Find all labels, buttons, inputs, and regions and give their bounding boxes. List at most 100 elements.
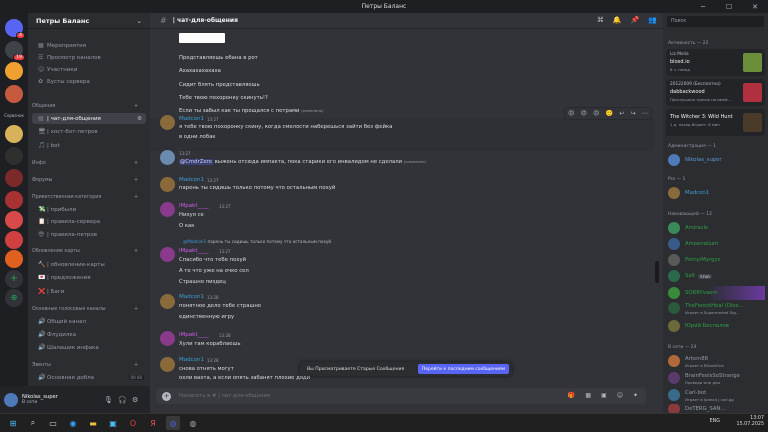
avatar[interactable] [160,331,175,346]
add-channel-icon[interactable]: + [134,195,138,200]
activity-card[interactable]: 20122009 (Бесплатно) dabbackwood Прослуш… [666,79,765,106]
message-composer[interactable]: + Написать в # | чат-для-общения 🎁 ▦ ▣ ☺… [156,388,646,404]
channel-bugs[interactable]: ❌ | Баги [28,286,150,297]
channel-rules[interactable]: 📋 | правила-сервера [28,216,150,227]
voice-channel-hut[interactable]: 🔊 Шалашик инфака [28,342,150,353]
avatar[interactable] [160,177,175,192]
activity-card[interactable]: Liz Melia bloxd.io 8 ч. назад [666,49,765,76]
server-icon[interactable] [5,191,23,209]
more-icon[interactable]: ⋯ [642,110,648,117]
threads-icon[interactable]: ⌘ [597,16,604,24]
channel-chat[interactable]: ▤ | чат-для-общения ⚙ [32,113,146,124]
microphone-icon[interactable]: 🎙 [104,396,113,404]
member-item[interactable]: SORRYvaem [668,286,765,300]
avatar[interactable] [160,247,175,262]
channel-suggestions[interactable]: 💌 | предложения [28,272,150,283]
apps-icon[interactable]: ✦ [633,392,638,399]
channel-map-updates[interactable]: 🔨 | обновление-карты [28,259,150,270]
server-icon[interactable] [5,211,23,229]
member-item[interactable]: PotnyiMyrgyz [668,253,765,267]
search-icon[interactable]: ⌕ [26,416,40,430]
add-channel-icon[interactable]: + [134,307,138,312]
avatar[interactable] [160,357,175,372]
activity-card[interactable]: The Witcher 3: Wild Hunt 1 д. назад Игра… [666,109,765,136]
category-events[interactable]: Эвенты + [32,363,146,368]
bell-icon[interactable]: 🔔 [613,16,622,24]
settings-icon[interactable]: ⚙ [137,116,142,122]
explore-icon[interactable]: ⊕ [5,289,23,307]
server-icon[interactable] [5,147,23,165]
message-author[interactable]: iMpakt____ [179,203,208,209]
server-icon[interactable] [5,62,23,80]
avatar[interactable] [4,392,18,407]
server-icon[interactable] [5,250,23,268]
emoji-icon[interactable]: ☺ [617,392,623,399]
avatar[interactable] [160,150,175,165]
message-author[interactable]: Madcon1 [179,116,204,122]
member-item[interactable]: DeTERG_SAN... [668,404,765,413]
reaction-emoji-icon[interactable]: 😠 [581,110,587,117]
avatar[interactable] [160,115,175,130]
message-author[interactable]: iMpakt____ [179,248,208,254]
category-general[interactable]: Общение + [32,104,146,109]
headphones-icon[interactable]: 🎧 [118,396,127,404]
avatar[interactable] [160,202,175,217]
member-item[interactable]: Nikolas_super [668,153,765,167]
sidebar-item-members[interactable]: ☺ Участники [28,64,150,75]
server-icon[interactable] [5,231,23,249]
channel-profits[interactable]: 💸 | прибыли [28,204,150,215]
home-button[interactable]: 4 [5,19,25,39]
voice-channel-general[interactable]: 🔊 Общий канал [28,316,150,327]
channel-rules-petrov[interactable]: 😎 | правила-петров [28,229,150,240]
edge-icon[interactable]: ◉ [66,416,80,430]
channel-host[interactable]: 🖥 | хост-бот-петров [28,126,150,137]
start-icon[interactable]: ⊞ [6,416,20,430]
maximize-button[interactable]: ☐ [716,0,742,13]
server-icon[interactable] [5,125,23,143]
member-item[interactable]: Юрий Беспалов [668,319,765,333]
steam-icon[interactable]: ◍ [186,416,200,430]
add-server-icon[interactable]: + [5,270,23,288]
member-item[interactable]: Amiracle [668,221,765,235]
system-tray[interactable]: ENG 13:07 15.07.2025 [710,416,764,428]
reaction-emoji-icon[interactable]: 😠 [593,110,599,117]
gift-icon[interactable]: 🎁 [568,392,575,399]
server-name[interactable]: Петры Баланс ⌄ [28,13,150,29]
message-input[interactable]: Написать в # | чат-для-общения [179,393,270,399]
members-list-icon[interactable]: 👥 [648,16,657,24]
settings-icon[interactable]: ⚙ [132,396,138,404]
scrollbar[interactable] [655,33,659,393]
folder-icon[interactable]: ▬ [86,416,100,430]
reaction-emoji-icon[interactable]: 😠 [568,110,574,117]
store-icon[interactable]: ▣ [106,416,120,430]
reply-preview[interactable]: @Madcon1 парень ты сидишь только потому … [183,239,331,244]
sidebar-item-events[interactable]: ▦ Мероприятия [28,40,150,51]
close-button[interactable]: ✕ [742,0,768,13]
category-welcome[interactable]: Приветственная категория + [32,195,146,200]
reply-icon[interactable]: ↩ [619,110,624,117]
member-item[interactable]: Amoenalium [668,237,765,251]
category-updates[interactable]: Обновление карты + [32,249,146,254]
category-forums[interactable]: Форумы + [32,178,146,183]
member-item[interactable]: Madcon1 [668,186,765,200]
gif-icon[interactable]: ▦ [585,392,591,399]
member-item[interactable]: TheForestHeal (Dios... Играет в Supermark… [668,301,765,315]
add-channel-icon[interactable]: + [134,161,138,166]
category-voice[interactable]: Основные голосовые каналы + [32,307,146,312]
message-author[interactable]: Madcon1 [179,177,204,183]
search-input[interactable]: Поиск [667,16,764,27]
sticker-icon[interactable]: ▣ [601,392,607,399]
member-item[interactable]: Artem88 Играет в RDashOne [668,354,765,368]
server-icon[interactable] [5,85,23,103]
add-channel-icon[interactable]: + [134,363,138,368]
yandex-icon[interactable]: Я [146,416,160,430]
minimize-button[interactable]: ─ [690,0,716,13]
sidebar-item-browse[interactable]: ☰ Просмотр каналов [28,52,150,63]
user-mention[interactable]: @CmdrZero [179,159,213,165]
message-author[interactable]: Madcon1 [179,357,204,363]
member-item[interactable]: BrainFeelsSoStrange Проведи мне дни [668,371,765,385]
jump-to-present-button[interactable]: Перейти к последним сообщениям [417,364,509,374]
message-author[interactable]: iMpakt____ [179,332,208,338]
avatar[interactable] [160,294,175,309]
forward-icon[interactable]: ↪ [631,110,636,117]
